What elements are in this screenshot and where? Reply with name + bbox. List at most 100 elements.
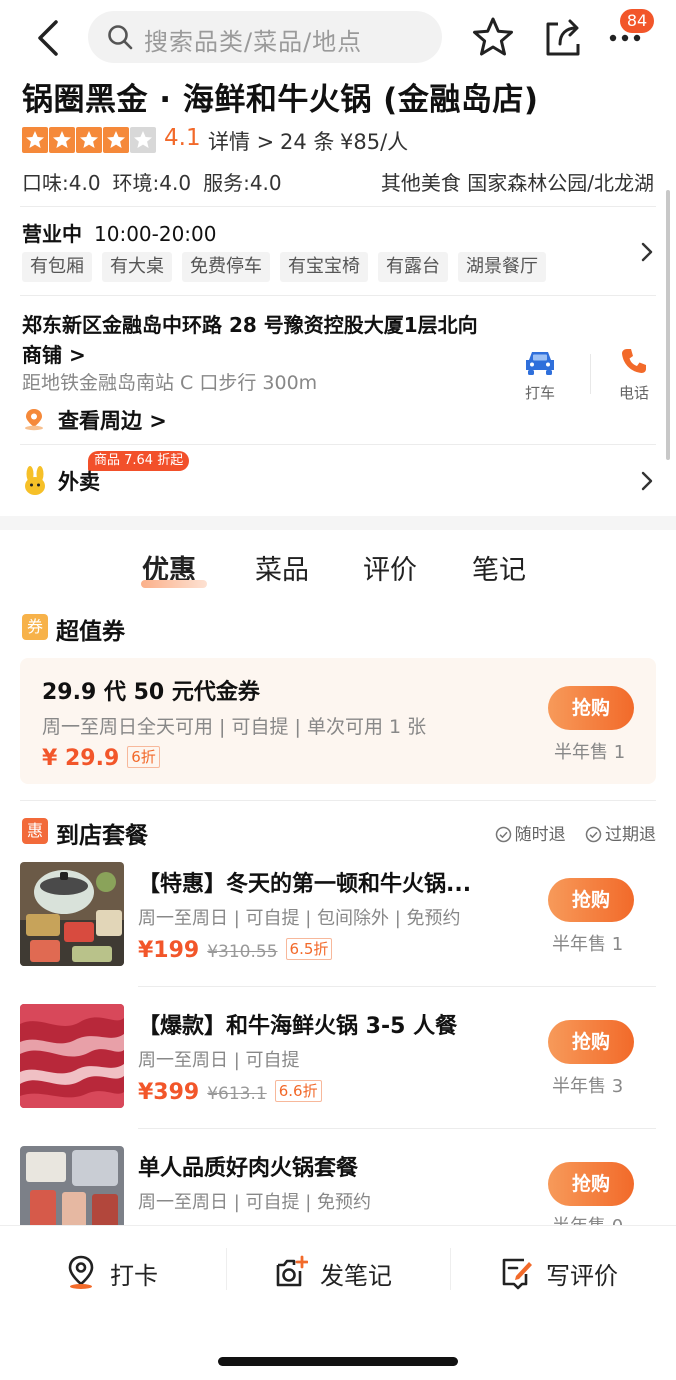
deal-conditions: 周一至周日 | 可自提 (138, 1050, 300, 1071)
delivery-discount-badge: 商品 7.64 折起 (88, 451, 190, 471)
share-button[interactable] (544, 16, 584, 58)
guarantee-refund-expired: 过期退 (605, 825, 656, 845)
search-icon (108, 25, 133, 50)
post-note-label: 发笔记 (320, 1262, 392, 1290)
location-pin-icon (25, 409, 43, 431)
review-count[interactable]: 24 条 (280, 126, 334, 156)
content-tabs: 优惠 菜品 评价 笔记 (0, 548, 676, 598)
divider (450, 1248, 451, 1290)
facility-tag: 湖景餐厅 (458, 252, 546, 282)
deal-price-value: ¥399 (138, 1080, 200, 1105)
checkin-label: 打卡 (110, 1262, 158, 1290)
coupon-section-title: 超值券 (56, 619, 125, 645)
deal-original-price: ¥310.55 (207, 942, 278, 962)
deal-buy-button[interactable]: 抢购 (548, 878, 634, 922)
category-area[interactable]: 其他美食 国家森林公园/北龙湖 (381, 167, 654, 196)
coupon-title: 29.9 代 50 元代金券 (42, 680, 260, 705)
deal-title[interactable]: 【特惠】冬天的第一顿和牛火锅... (138, 866, 518, 898)
business-hours[interactable]: 营业中 10:00-20:00 (22, 218, 217, 247)
guarantees: 随时退 过期退 (495, 820, 656, 845)
star-filled-icon (103, 127, 129, 153)
divider (138, 1128, 656, 1129)
divider (20, 295, 656, 296)
rating-row: 4.1 详情 > 24 条 ¥85/人 (22, 125, 662, 155)
shop-address[interactable]: 郑东新区金融岛中环路 28 号豫资控股大厦1层北向商铺 > (22, 310, 492, 370)
tab-reviews[interactable]: 评价 (363, 548, 417, 587)
coupon-card[interactable]: 29.9 代 50 元代金券 周一至周日全天可用 | 可自提 | 单次可用 1 … (20, 658, 656, 784)
wagyu-photo (20, 1004, 124, 1108)
deal-buy-button[interactable]: 抢购 (548, 1020, 634, 1064)
metro-distance: 距地铁金融岛南站 C 口步行 300m (22, 372, 318, 394)
delivery-label: 外卖 (58, 470, 100, 494)
package-badge-icon: 惠 (22, 818, 48, 844)
deal-title[interactable]: 【爆款】和牛海鲜火锅 3-5 人餐 (138, 1008, 518, 1040)
average-price: ¥85/人 (340, 130, 409, 154)
chevron-right-icon[interactable] (640, 470, 654, 492)
open-time: 10:00-20:00 (94, 222, 217, 246)
share-icon (546, 19, 580, 56)
taxi-label: 打车 (524, 384, 555, 402)
deal-image-hotpot-set[interactable] (20, 862, 124, 966)
deal-discount-tag: 6.5折 (285, 938, 333, 960)
rabbit-icon (25, 466, 45, 495)
rating-stars (22, 127, 158, 153)
package-section-title: 到店套餐 (56, 823, 148, 849)
star-filled-icon (22, 127, 48, 153)
deal-price-value: ¥199 (138, 938, 200, 963)
check-circle-icon (585, 826, 602, 843)
divider (590, 354, 591, 394)
sub-scores: 口味:4.0 环境:4.0 服务:4.0 (22, 167, 294, 196)
coupon-conditions: 周一至周日全天可用 | 可自提 | 单次可用 1 张 (42, 716, 427, 738)
phone-label: 电话 (618, 384, 649, 402)
star-empty-icon (130, 127, 156, 153)
tab-notes[interactable]: 笔记 (472, 548, 526, 587)
star-filled-icon (49, 127, 75, 153)
deal-title[interactable]: 单人品质好肉火锅套餐 (138, 1150, 518, 1182)
deal-sold-count: 半年售 1 (552, 934, 624, 955)
coupon-price-value: ¥ 29.9 (42, 746, 120, 771)
rating-detail-link[interactable]: 详情 > (208, 126, 274, 156)
favorite-button[interactable] (472, 16, 514, 58)
coupon-buy-button[interactable]: 抢购 (548, 686, 634, 730)
tab-dishes[interactable]: 菜品 (255, 548, 309, 587)
view-nearby-label: 查看周边 > (58, 409, 167, 433)
camera-plus-icon (276, 1255, 308, 1287)
coupon-badge-icon: 券 (22, 614, 48, 640)
hotpot-photo (20, 862, 124, 966)
service-score: 服务:4.0 (203, 171, 282, 195)
rating-score: 4.1 (164, 125, 201, 151)
divider (20, 206, 656, 207)
home-indicator[interactable] (218, 1357, 458, 1366)
bottom-action-bar: 打卡 发笔记 写评价 (0, 1225, 676, 1380)
divider (138, 986, 656, 987)
taxi-button[interactable]: 打车 (518, 348, 562, 403)
back-button[interactable] (30, 16, 70, 60)
divider (20, 800, 656, 801)
search-bar[interactable]: 搜索品类/菜品/地点 (88, 11, 442, 63)
scrollbar[interactable] (666, 190, 670, 460)
top-bar: 搜索品类/菜品/地点 84 (0, 0, 676, 76)
deal-conditions: 周一至周日 | 可自提 | 包间除外 | 免预约 (138, 908, 461, 929)
scores-row: 口味:4.0 环境:4.0 服务:4.0 其他美食 国家森林公园/北龙湖 (22, 167, 654, 195)
deal-original-price: ¥613.1 (207, 1084, 267, 1104)
divider (226, 1248, 227, 1290)
section-gap (0, 516, 676, 530)
deal-image-wagyu[interactable] (20, 1004, 124, 1108)
chevron-right-icon[interactable] (640, 241, 654, 263)
facility-tag: 有包厢 (22, 252, 92, 282)
search-placeholder: 搜索品类/菜品/地点 (144, 28, 363, 56)
back-arrow-icon (38, 20, 58, 56)
message-count-badge: 84 (620, 9, 654, 33)
car-icon (526, 352, 554, 375)
phone-button[interactable]: 电话 (612, 346, 656, 403)
deal-price: ¥199 ¥310.55 6.5折 (138, 938, 333, 963)
facility-tag: 有宝宝椅 (280, 252, 368, 282)
deal-price: ¥399 ¥613.1 6.6折 (138, 1080, 322, 1105)
check-circle-icon (495, 826, 511, 843)
star-outline-icon (473, 17, 513, 56)
divider (20, 444, 656, 445)
shop-title: 锅圈黑金 · 海鲜和牛火锅 (金融岛店) (22, 82, 539, 118)
open-status: 营业中 (22, 222, 82, 246)
deal-buy-button[interactable]: 抢购 (548, 1162, 634, 1206)
location-checkin-icon (68, 1255, 94, 1289)
